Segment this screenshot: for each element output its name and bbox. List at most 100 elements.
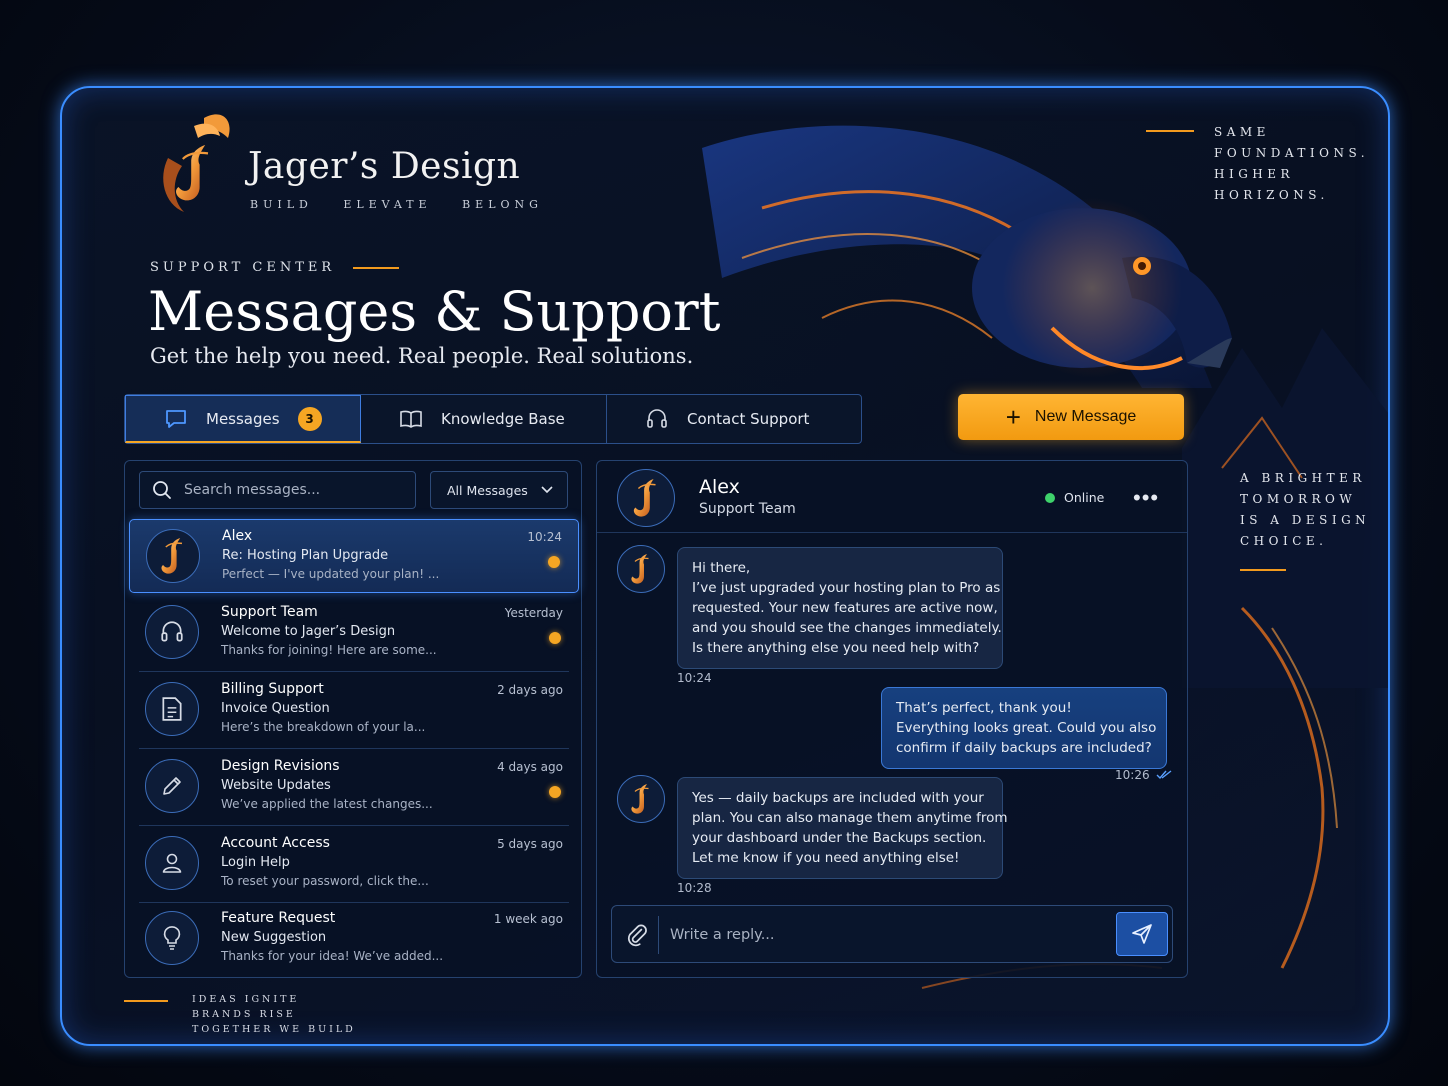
conversation-item-support-team[interactable]: Support Team Welcome to Jager’s Design T…	[129, 596, 579, 672]
conversation-time: 5 days ago	[497, 837, 563, 851]
quote-accent-line	[1240, 569, 1286, 571]
conversation-name: Support Team	[221, 604, 318, 620]
quote-line: TOMORROW	[1240, 492, 1357, 506]
avatar	[145, 605, 199, 659]
conversation-subject: Login Help	[221, 855, 290, 870]
tab-label: Messages	[206, 409, 280, 428]
conversation-subject: Re: Hosting Plan Upgrade	[222, 548, 389, 563]
message-bubble-incoming: Yes — daily backups are included with yo…	[677, 777, 1008, 879]
headset-icon	[161, 621, 183, 642]
avatar	[617, 775, 665, 823]
chat-contact-name: Alex	[699, 476, 740, 498]
message-timestamp: 10:26	[1115, 768, 1150, 782]
document-icon	[162, 697, 182, 721]
eyebrow-divider	[353, 266, 400, 269]
eyebrow-text: SUPPORT CENTER	[150, 260, 336, 275]
tab-messages[interactable]: Messages 3	[125, 395, 361, 443]
message-line: Let me know if you need anything else!	[692, 850, 960, 866]
quote-line: SAME	[1214, 125, 1270, 139]
main-tabs: Messages 3 Knowledge Base Contact Suppor…	[124, 394, 862, 444]
tab-label: Contact Support	[687, 410, 810, 428]
message-line: Everything looks great. Could you also	[896, 720, 1157, 736]
conversation-item-billing-support[interactable]: Billing Support Invoice Question Here’s …	[129, 673, 579, 749]
message-bubble-incoming: Hi there, I’ve just upgraded your hostin…	[677, 547, 1003, 669]
page-title: Messages & Support	[148, 280, 721, 343]
brand-name: Jager’s Design	[248, 146, 521, 187]
online-dot-icon	[1045, 492, 1055, 503]
quote-line: IDEAS IGNITE	[192, 994, 300, 1005]
message-line: your dashboard under the Backups section…	[692, 830, 987, 846]
search-input[interactable]	[184, 482, 394, 498]
brand-logo-icon	[163, 114, 230, 212]
tab-label: Knowledge Base	[441, 410, 565, 428]
unread-indicator	[549, 632, 561, 644]
conversation-subject: Invoice Question	[221, 701, 330, 716]
new-message-button[interactable]: + New Message	[958, 394, 1184, 440]
brand-logo-icon	[626, 781, 656, 817]
quote-line: HORIZONS.	[1214, 188, 1329, 202]
conversation-time: 1 week ago	[493, 912, 563, 926]
quote-line: TOGETHER WE BUILD	[192, 1024, 356, 1035]
conversation-time: Yesterday	[504, 606, 563, 620]
attach-icon[interactable]	[624, 922, 650, 948]
avatar	[145, 836, 199, 890]
message-meta: 10:26	[1115, 768, 1172, 782]
avatar	[617, 545, 665, 593]
conversation-item-account-access[interactable]: Account Access Login Help To reset your …	[129, 827, 579, 903]
search-box[interactable]	[139, 471, 416, 509]
conversation-list-panel: All Messages Alex Re: Hosting Plan Upgra…	[124, 460, 582, 978]
tab-contact-support[interactable]: Contact Support	[607, 395, 861, 443]
more-options-button[interactable]: •••	[1133, 485, 1159, 511]
chat-panel: Alex Support Team Online ••• Hi there, I…	[596, 460, 1188, 978]
brand-logo-icon	[155, 534, 191, 578]
conversation-subject: New Suggestion	[221, 930, 327, 945]
page-subtitle: Get the help you need. Real people. Real…	[150, 344, 694, 368]
conversation-name: Design Revisions	[221, 758, 340, 774]
conversation-subject: Welcome to Jager’s Design	[221, 624, 396, 639]
unread-indicator	[549, 786, 561, 798]
pencil-icon	[163, 777, 181, 795]
conversation-preview: Perfect — I've updated your plan! ...	[222, 567, 440, 581]
avatar	[145, 911, 199, 965]
lightbulb-icon	[163, 926, 181, 950]
avatar	[145, 682, 199, 736]
message-filter-dropdown[interactable]: All Messages	[430, 471, 568, 509]
message-bubble-outgoing: That’s perfect, thank you! Everything lo…	[881, 687, 1167, 769]
conversation-time: 2 days ago	[497, 683, 563, 697]
message-line: plan. You can also manage them anytime f…	[692, 810, 1008, 826]
brand-logo-icon	[627, 475, 665, 521]
conversation-item-alex[interactable]: Alex Re: Hosting Plan Upgrade Perfect — …	[129, 519, 579, 593]
row-divider	[139, 748, 569, 749]
status-text: Online	[1064, 490, 1105, 505]
conversation-item-design-revisions[interactable]: Design Revisions Website Updates We’ve a…	[129, 750, 579, 826]
chat-bubble-icon	[164, 407, 188, 431]
quote-accent-line	[1146, 130, 1194, 132]
quote-line: A BRIGHTER	[1240, 471, 1366, 485]
send-button[interactable]	[1116, 912, 1168, 956]
tab-knowledge-base[interactable]: Knowledge Base	[361, 395, 607, 443]
app-frame: Jager’s Design BUILD ELEVATE BELONG SUPP…	[60, 86, 1390, 1046]
conversation-preview: Here’s the breakdown of your la...	[221, 720, 426, 734]
conversation-name: Alex	[222, 528, 253, 544]
conversation-preview: Thanks for your idea! We’ve added...	[221, 949, 444, 963]
quote-line: FOUNDATIONS.	[1214, 146, 1370, 160]
avatar	[145, 759, 199, 813]
conversation-subject: Website Updates	[221, 778, 331, 793]
message-timestamp: 10:24	[677, 671, 712, 685]
chat-contact-role: Support Team	[699, 501, 796, 517]
read-receipt-icon	[1156, 770, 1172, 780]
status-badge: Online	[1045, 490, 1104, 505]
reply-composer	[611, 905, 1173, 963]
filter-selected-value: All Messages	[447, 482, 528, 498]
conversation-item-feature-request[interactable]: Feature Request New Suggestion Thanks fo…	[129, 902, 579, 976]
user-icon	[162, 853, 182, 873]
message-line: Yes — daily backups are included with yo…	[692, 790, 984, 806]
reply-input[interactable]	[670, 922, 1090, 948]
conversation-time: 4 days ago	[497, 760, 563, 774]
quote-line: BRANDS RISE	[192, 1009, 296, 1020]
message-line: That’s perfect, thank you!	[896, 700, 1072, 716]
conversation-time: 10:24	[527, 530, 562, 544]
composer-divider	[658, 916, 659, 954]
message-line: requested. Your new features are active …	[692, 600, 998, 616]
new-message-label: New Message	[1034, 408, 1137, 425]
